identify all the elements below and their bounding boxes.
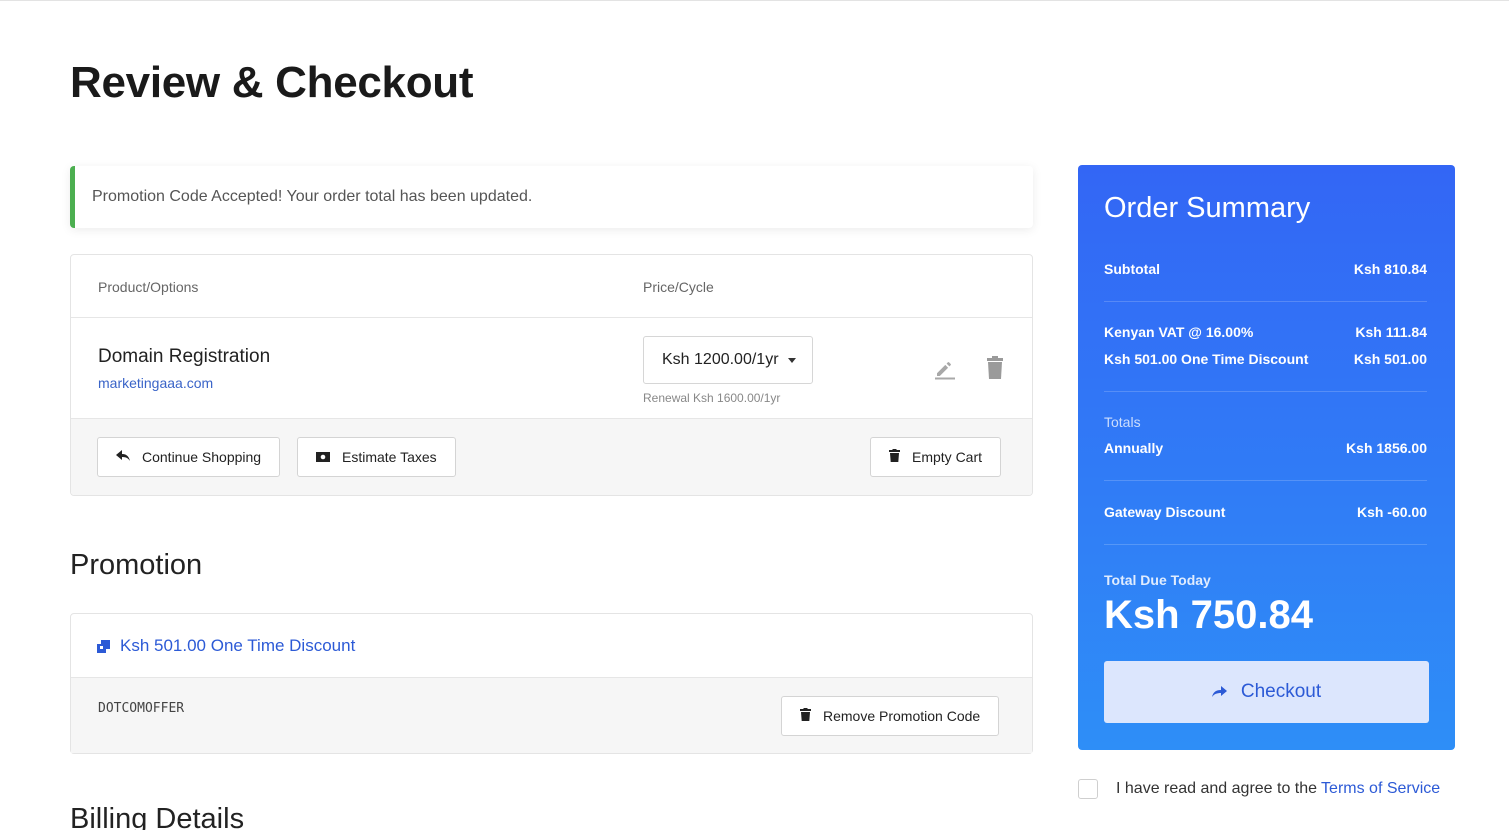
estimate-taxes-label: Estimate Taxes	[342, 449, 437, 465]
trash-icon	[889, 449, 900, 465]
remove-promotion-label: Remove Promotion Code	[823, 708, 981, 724]
edit-icon[interactable]	[933, 356, 957, 385]
annually-line: Annually Ksh 1856.00	[1104, 440, 1427, 456]
summary-divider	[1104, 480, 1427, 481]
reply-arrow-icon	[116, 449, 130, 465]
promotion-footer: DOTCOMOFFER Remove Promotion Code	[71, 678, 1032, 753]
cart-actions: Continue Shopping Estimate Taxes Empty C…	[71, 419, 1032, 495]
product-name: Domain Registration	[98, 346, 271, 367]
vat-value: Ksh 111.84	[1355, 324, 1427, 340]
promotion-title-text: Ksh 501.00 One Time Discount	[120, 636, 356, 655]
gateway-discount-label: Gateway Discount	[1104, 504, 1226, 520]
gateway-discount-line: Gateway Discount Ksh -60.00	[1104, 504, 1427, 520]
billing-cycle-dropdown[interactable]: Ksh 1200.00/1yr	[643, 336, 813, 384]
continue-shopping-button[interactable]: Continue Shopping	[97, 437, 281, 477]
summary-divider	[1104, 544, 1427, 545]
vat-label: Kenyan VAT @ 16.00%	[1104, 324, 1254, 340]
promotion-heading: Promotion	[70, 549, 203, 581]
column-price-cycle: Price/Cycle	[643, 279, 714, 295]
estimate-taxes-button[interactable]: Estimate Taxes	[297, 437, 456, 477]
trash-icon	[800, 708, 811, 724]
totals-label: Totals	[1104, 414, 1141, 430]
page-title: Review & Checkout	[70, 58, 474, 107]
terms-agreement: I have read and agree to the Terms of Se…	[1078, 779, 1440, 799]
remove-promotion-button[interactable]: Remove Promotion Code	[781, 696, 1000, 736]
order-summary-panel: Order Summary Subtotal Ksh 810.84 Kenyan…	[1078, 165, 1455, 750]
column-product-options: Product/Options	[98, 279, 199, 295]
alert-message: Promotion Code Accepted! Your order tota…	[92, 188, 533, 205]
empty-cart-label: Empty Cart	[912, 449, 983, 465]
continue-shopping-label: Continue Shopping	[142, 449, 262, 465]
summary-divider	[1104, 301, 1427, 302]
terms-text: I have read and agree to the	[1116, 780, 1318, 797]
promotion-title: Ksh 501.00 One Time Discount	[97, 636, 355, 656]
terms-of-service-link[interactable]: Terms of Service	[1321, 780, 1440, 798]
share-arrow-icon	[1211, 686, 1227, 698]
money-bill-icon	[316, 449, 330, 465]
terms-checkbox[interactable]	[1078, 779, 1098, 799]
billing-details-heading: Billing Details	[70, 803, 245, 830]
cart-table: Product/Options Price/Cycle Domain Regis…	[70, 254, 1033, 496]
annually-label: Annually	[1104, 440, 1164, 456]
subtotal-label: Subtotal	[1104, 261, 1160, 277]
promo-accepted-alert: Promotion Code Accepted! Your order tota…	[70, 166, 1033, 228]
checkout-label: Checkout	[1240, 681, 1322, 702]
summary-divider	[1104, 391, 1427, 392]
discount-label: Ksh 501.00 One Time Discount	[1104, 351, 1309, 367]
annually-value: Ksh 1856.00	[1346, 440, 1427, 456]
product-domain-link[interactable]: marketingaaa.com	[98, 375, 213, 391]
gateway-discount-value: Ksh -60.00	[1356, 504, 1427, 520]
checkout-button[interactable]: Checkout	[1104, 661, 1429, 723]
billing-cycle-value: Ksh 1200.00/1yr	[662, 351, 779, 368]
promotion-code: DOTCOMOFFER	[98, 701, 185, 716]
promotion-header: Ksh 501.00 One Time Discount	[71, 614, 1032, 678]
subtotal-line: Subtotal Ksh 810.84	[1104, 261, 1427, 277]
order-summary-title: Order Summary	[1104, 192, 1311, 224]
total-due-value: Ksh 750.84	[1104, 593, 1314, 637]
total-due-label: Total Due Today	[1104, 572, 1211, 588]
cart-item-row: Domain Registration marketingaaa.com Ksh…	[71, 318, 1032, 419]
discount-value: Ksh 501.00	[1353, 351, 1427, 367]
chevron-down-icon	[787, 357, 796, 363]
empty-cart-button[interactable]: Empty Cart	[870, 437, 1002, 477]
cart-table-header: Product/Options Price/Cycle	[71, 255, 1032, 318]
top-divider	[0, 0, 1509, 1]
renewal-price: Renewal Ksh 1600.00/1yr	[643, 391, 781, 405]
ticket-icon	[97, 639, 110, 653]
subtotal-value: Ksh 810.84	[1353, 261, 1427, 277]
promotion-box: Ksh 501.00 One Time Discount DOTCOMOFFER…	[70, 613, 1033, 754]
trash-icon[interactable]	[984, 356, 1006, 385]
discount-line: Ksh 501.00 One Time Discount Ksh 501.00	[1104, 351, 1427, 367]
vat-line: Kenyan VAT @ 16.00% Ksh 111.84	[1104, 324, 1427, 340]
